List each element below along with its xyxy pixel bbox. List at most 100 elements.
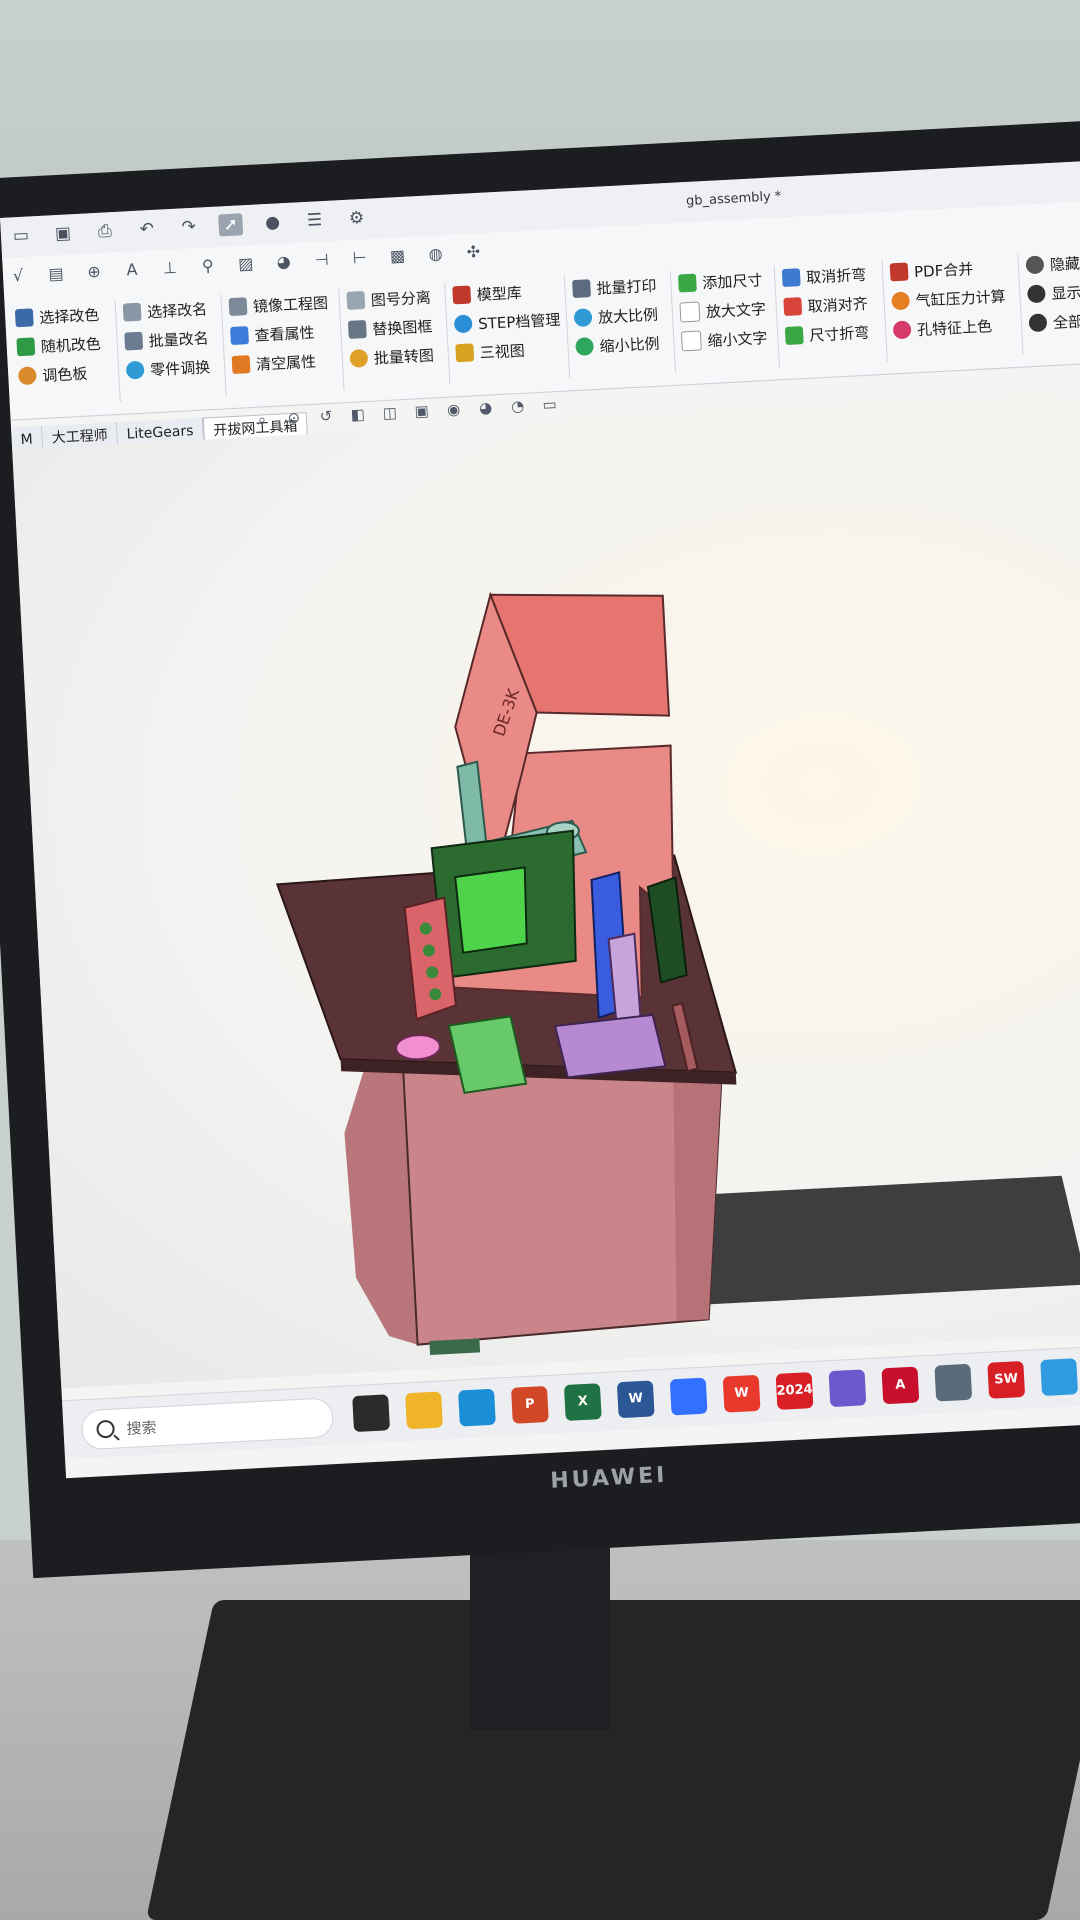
- solidworks-2024-icon[interactable]: 2024: [775, 1372, 814, 1410]
- zoom-in-scale-button[interactable]: 放大比例: [573, 303, 658, 329]
- dimension-bend-button[interactable]: 尺寸折弯: [784, 321, 870, 347]
- zoom-area-icon[interactable]: ⊙: [282, 406, 305, 429]
- separator: [881, 259, 888, 362]
- search-icon: [96, 1419, 116, 1439]
- powerpoint-icon[interactable]: P: [510, 1385, 549, 1424]
- clear-properties-button[interactable]: 清空属性: [231, 349, 331, 376]
- graphics-viewport[interactable]: DE-3K: [12, 390, 1080, 1389]
- cancel-align-button[interactable]: 取消对齐: [783, 292, 868, 318]
- section-view-icon[interactable]: ◧: [346, 403, 369, 426]
- batch-rename-button[interactable]: 批量改名: [124, 326, 209, 352]
- replace-frame-button[interactable]: 替换图框: [347, 314, 433, 340]
- balloon-icon[interactable]: ⚲: [196, 255, 219, 278]
- view-orientation-icon[interactable]: ◫: [378, 401, 401, 424]
- edge-icon[interactable]: [458, 1388, 496, 1427]
- screen: ▭ ▣ ⎙ ↶ ↷ ➚ ● ☰ ⚙ gb_assembly * √ ▤ ⊕ A …: [0, 158, 1080, 1479]
- separator: [220, 294, 227, 397]
- show-button[interactable]: 显示: [1026, 280, 1080, 305]
- zoom-to-fit-icon[interactable]: ⌕: [250, 408, 273, 431]
- mirror-drawing-button[interactable]: 镜像工程图: [228, 291, 328, 318]
- view-properties-button[interactable]: 查看属性: [230, 320, 330, 347]
- shrink-text-button[interactable]: 缩小文字: [680, 326, 768, 352]
- ribbon-group-color: 选择改色 随机改色 调色板: [14, 303, 103, 387]
- magnify-minus-icon: [575, 337, 595, 356]
- part-swap-button[interactable]: 零件调换: [125, 355, 211, 381]
- center-mark-icon[interactable]: ⊢: [348, 247, 371, 270]
- step-manager-button[interactable]: STEP档管理: [453, 308, 561, 336]
- installer-icon[interactable]: [828, 1369, 867, 1408]
- autocad-icon[interactable]: A: [881, 1366, 920, 1405]
- monitor-stand-base: [145, 1600, 1080, 1920]
- monitor-view-icon[interactable]: ▭: [538, 393, 561, 416]
- appearance-icon[interactable]: ◕: [474, 396, 497, 419]
- weld-icon[interactable]: ⊥: [158, 257, 181, 280]
- three-view-button[interactable]: 三视图: [455, 337, 562, 365]
- separator: [1017, 252, 1024, 355]
- datum-icon[interactable]: ⊣: [310, 249, 333, 272]
- add-dimension-button[interactable]: 添加尺寸: [677, 268, 765, 294]
- select-recolor-button[interactable]: 选择改色: [14, 303, 100, 329]
- options-list-icon[interactable]: ☰: [302, 209, 327, 232]
- taskbar-search[interactable]: 搜索: [80, 1397, 335, 1451]
- cylinder-pressure-button[interactable]: 气缸压力计算: [891, 284, 1006, 312]
- frame-icon: [347, 319, 367, 339]
- ribbon-group-drawing: 镜像工程图 查看属性 清空属性: [228, 291, 331, 376]
- hole-icon[interactable]: ◍: [424, 243, 447, 266]
- pie-icon[interactable]: ◕: [272, 251, 295, 274]
- save-icon[interactable]: ▣: [50, 222, 75, 245]
- convert-icon: [349, 348, 369, 368]
- batch-print-button[interactable]: 批量打印: [572, 274, 657, 300]
- select-rename-button[interactable]: 选择改名: [122, 297, 208, 323]
- previous-view-icon[interactable]: ↺: [314, 405, 337, 428]
- search-part-icon[interactable]: ⊕: [82, 261, 105, 284]
- ground-shadow: [657, 1175, 1080, 1308]
- color-icon[interactable]: ▩: [386, 245, 409, 268]
- cancel-bend-button[interactable]: 取消折弯: [781, 263, 867, 289]
- hide-button[interactable]: 隐藏: [1025, 252, 1080, 277]
- print-icon[interactable]: ⎙: [92, 220, 117, 243]
- file-explorer-icon[interactable]: [405, 1391, 443, 1430]
- feishu-icon[interactable]: [669, 1377, 708, 1416]
- separator: [114, 300, 121, 402]
- pdf-merge-button[interactable]: PDF合并: [889, 255, 1005, 283]
- pdf-icon: [889, 262, 909, 282]
- sketch-icon[interactable]: √: [7, 265, 30, 288]
- hide-show-icon[interactable]: ◉: [442, 398, 465, 421]
- cabinet-foot: [429, 1338, 481, 1356]
- model-library-button[interactable]: 模型库: [452, 279, 559, 307]
- hole-feature-color-button[interactable]: 孔特征上色: [892, 313, 1008, 341]
- table-icon[interactable]: ▤: [44, 263, 67, 286]
- palette-button[interactable]: 调色板: [17, 361, 103, 387]
- excel-icon[interactable]: X: [563, 1383, 602, 1421]
- undo-icon[interactable]: ↶: [134, 218, 159, 241]
- traffic-light-icon[interactable]: ●: [260, 211, 285, 234]
- redo-icon[interactable]: ↷: [176, 215, 201, 238]
- text-icon[interactable]: A: [120, 259, 143, 282]
- display-style-icon[interactable]: ▣: [410, 400, 433, 423]
- word-icon[interactable]: W: [616, 1380, 655, 1419]
- show-all-button[interactable]: 全部: [1028, 309, 1080, 334]
- zoom-out-scale-button[interactable]: 缩小比例: [575, 332, 660, 358]
- settings-icon[interactable]: [934, 1363, 973, 1402]
- ribbon-group-bend: 取消折弯 取消对齐 尺寸折弯: [781, 263, 870, 347]
- enlarge-text-button[interactable]: 放大文字: [679, 297, 766, 323]
- text-plus-icon: [679, 301, 701, 323]
- wps-icon[interactable]: W: [722, 1374, 761, 1413]
- image-icon[interactable]: ▨: [234, 253, 257, 276]
- scene-icon[interactable]: ◔: [506, 395, 529, 418]
- model-library-icon: [452, 285, 472, 305]
- open-icon[interactable]: ▭: [8, 224, 33, 247]
- split-drawing-number-button[interactable]: 图号分离: [346, 286, 431, 312]
- solidworks-icon[interactable]: SW: [987, 1360, 1026, 1399]
- eye-slash-icon: [1025, 255, 1045, 275]
- bend-icon: [784, 326, 804, 346]
- task-view-icon[interactable]: [352, 1394, 391, 1433]
- batch-convert-button[interactable]: 批量转图: [349, 343, 434, 369]
- browser-icon[interactable]: [1040, 1358, 1079, 1397]
- separator: [563, 276, 571, 379]
- network-icon[interactable]: ✣: [462, 241, 485, 264]
- select-cursor-icon[interactable]: ➚: [218, 213, 244, 237]
- separator: [444, 282, 451, 385]
- gear-icon[interactable]: ⚙: [344, 207, 369, 230]
- random-recolor-button[interactable]: 随机改色: [16, 332, 101, 358]
